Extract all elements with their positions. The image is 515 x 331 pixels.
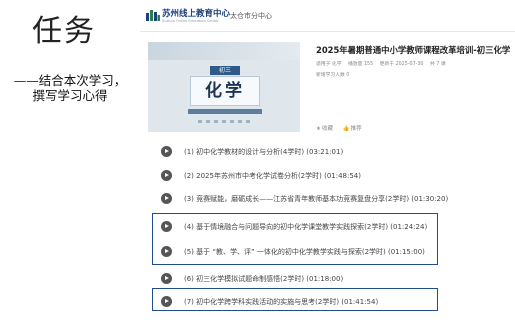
episode-title[interactable]: (3) 竞赛赋能，磨砺成长——江苏省青年教师基本功竞赛复盘分享(2学时) (01… bbox=[184, 194, 448, 204]
site-header: 苏州线上教育中心 Suzhou Online Education Center … bbox=[140, 0, 515, 32]
episode-item[interactable]: (3) 竞赛赋能，磨砺成长——江苏省青年教师基本功竞赛复盘分享(2学时) (01… bbox=[154, 190, 504, 208]
slide-title: 任务 bbox=[32, 14, 96, 49]
site-name[interactable]: 苏州线上教育中心 bbox=[162, 7, 230, 19]
cover-grade-tag: 初三 bbox=[210, 66, 240, 75]
highlight-box-episodes-4-5 bbox=[152, 213, 438, 265]
site-name-english: Suzhou Online Education Center bbox=[162, 19, 219, 23]
recommend-button[interactable]: 👍推荐 bbox=[343, 126, 362, 132]
meta-updated: 更新于 2025-07-30 bbox=[379, 62, 424, 67]
play-icon[interactable] bbox=[161, 170, 172, 181]
slide-description-line-1: ——结合本次学习， bbox=[13, 73, 127, 88]
episode-title[interactable]: (2) 2025年苏州市中考化学试卷分析(2学时) (01:48:54) bbox=[184, 171, 361, 181]
recommend-label: 推荐 bbox=[350, 126, 362, 132]
meta-subject: 适用于 化学 bbox=[316, 62, 342, 67]
play-icon[interactable] bbox=[161, 273, 172, 284]
play-icon[interactable] bbox=[161, 146, 172, 157]
course-meta: 适用于 化学 播放量 155 更新于 2025-07-30 共 7 课 bbox=[316, 60, 451, 67]
course-title: 2025年暑期普通中小学教师课程改革培训-初三化学 bbox=[316, 45, 511, 55]
play-icon[interactable] bbox=[161, 193, 172, 204]
favorite-button[interactable]: ★收藏 bbox=[316, 126, 333, 132]
episode-title[interactable]: (6) 初三化学模拟试题命制感悟(2学时) (01:18:00) bbox=[184, 274, 343, 284]
meta-plays: 播放量 155 bbox=[348, 62, 374, 67]
course-actions: ★收藏 👍推荐 bbox=[316, 124, 370, 132]
thumbs-up-icon: 👍 bbox=[342, 126, 350, 132]
course-cover-image[interactable]: 初三 化学 bbox=[148, 42, 300, 132]
course-page-screenshot: 苏州线上教育中心 Suzhou Online Education Center … bbox=[140, 0, 515, 331]
star-icon: ★ bbox=[316, 126, 321, 132]
episode-item[interactable]: (6) 初三化学模拟试题命制感悟(2学时) (01:18:00) bbox=[154, 270, 504, 288]
region-label[interactable]: 太仓市分中心 bbox=[230, 11, 272, 21]
slide-description: ——结合本次学习， 撰写学习心得 bbox=[2, 73, 138, 103]
cover-decoration-dots bbox=[198, 120, 250, 123]
episode-item[interactable]: (1) 初中化学教材的设计与分析(4学时) (03:21:01) bbox=[154, 143, 504, 161]
episode-title[interactable]: (1) 初中化学教材的设计与分析(4学时) (03:21:01) bbox=[184, 147, 343, 157]
favorite-label: 收藏 bbox=[321, 126, 333, 132]
episode-item[interactable]: (2) 2025年苏州市中考化学试卷分析(2学时) (01:48:54) bbox=[154, 167, 504, 185]
meta-lesson-count: 共 7 课 bbox=[429, 62, 446, 67]
highlight-box-episode-7 bbox=[152, 288, 438, 311]
site-logo-icon[interactable] bbox=[146, 9, 160, 21]
slide-description-line-2: 撰写学习心得 bbox=[32, 88, 108, 103]
cover-subject-label: 化学 bbox=[190, 76, 260, 106]
cover-decoration-bar bbox=[188, 109, 262, 114]
learner-count: 新增学习人数 0 bbox=[316, 73, 350, 78]
